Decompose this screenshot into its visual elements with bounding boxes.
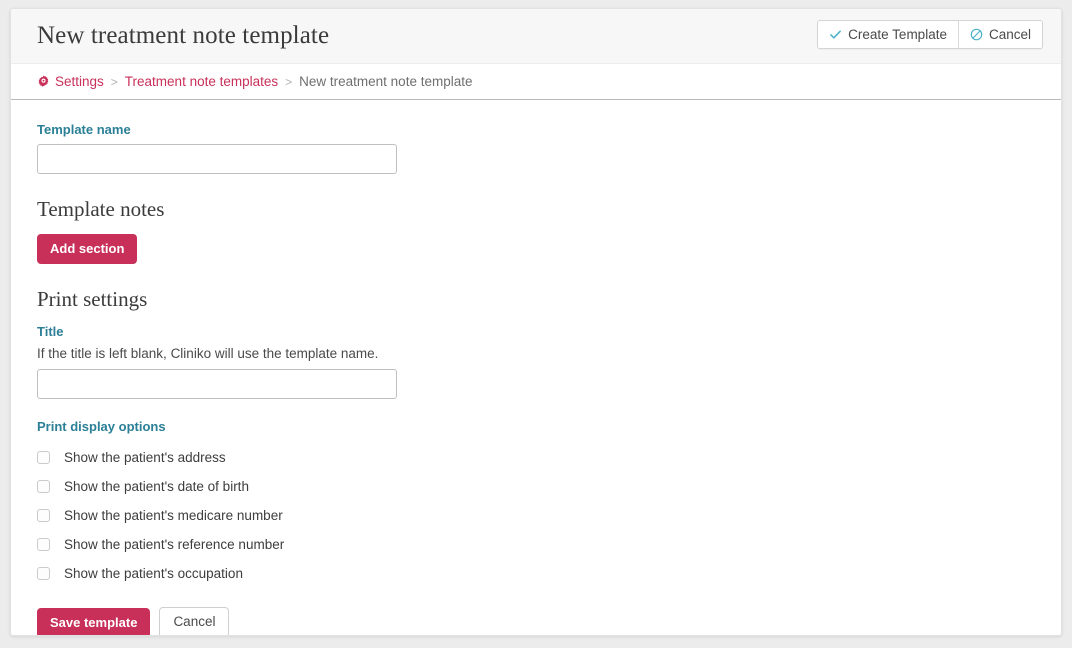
create-template-label: Create Template xyxy=(848,27,947,42)
checkbox-row-date-of-birth[interactable]: Show the patient's date of birth xyxy=(37,472,1035,501)
template-notes-heading: Template notes xyxy=(37,197,1035,222)
checkbox-row-address[interactable]: Show the patient's address xyxy=(37,443,1035,472)
breadcrumb-item-settings[interactable]: Settings xyxy=(37,74,104,89)
check-icon xyxy=(829,28,842,41)
checkbox-reference-number[interactable] xyxy=(37,538,50,551)
footer-actions: Save template Cancel xyxy=(37,607,1035,636)
header-action-group: Create Template Cancel xyxy=(817,20,1043,49)
checkbox-label-reference-number[interactable]: Show the patient's reference number xyxy=(64,537,284,552)
header-cancel-label: Cancel xyxy=(989,27,1031,42)
checkbox-occupation[interactable] xyxy=(37,567,50,580)
print-title-label: Title xyxy=(37,324,1035,339)
add-section-button[interactable]: Add section xyxy=(37,234,137,264)
breadcrumb-separator: > xyxy=(111,75,118,89)
template-name-input[interactable] xyxy=(37,144,397,174)
template-name-label: Template name xyxy=(37,122,1035,137)
print-display-options-label: Print display options xyxy=(37,419,1035,434)
checkbox-address[interactable] xyxy=(37,451,50,464)
header-cancel-button[interactable]: Cancel xyxy=(958,21,1042,48)
checkbox-medicare-number[interactable] xyxy=(37,509,50,522)
print-title-help-text: If the title is left blank, Cliniko will… xyxy=(37,346,1035,361)
footer-cancel-button[interactable]: Cancel xyxy=(159,607,229,636)
checkbox-row-occupation[interactable]: Show the patient's occupation xyxy=(37,559,1035,588)
breadcrumb-item-current: New treatment note template xyxy=(299,74,472,89)
gear-icon xyxy=(37,75,50,88)
checkbox-label-medicare-number[interactable]: Show the patient's medicare number xyxy=(64,508,283,523)
create-template-button[interactable]: Create Template xyxy=(818,21,958,48)
checkbox-label-date-of-birth[interactable]: Show the patient's date of birth xyxy=(64,479,249,494)
checkbox-date-of-birth[interactable] xyxy=(37,480,50,493)
breadcrumb-separator: > xyxy=(285,75,292,89)
print-settings-heading: Print settings xyxy=(37,287,1035,312)
page-header: New treatment note template Create Templ… xyxy=(11,9,1061,64)
prohibited-icon xyxy=(970,28,983,41)
save-template-button[interactable]: Save template xyxy=(37,608,150,636)
page-title: New treatment note template xyxy=(37,22,329,50)
print-title-input[interactable] xyxy=(37,369,397,399)
breadcrumb: Settings > Treatment note templates > Ne… xyxy=(11,64,1061,100)
checkbox-label-occupation[interactable]: Show the patient's occupation xyxy=(64,566,243,581)
checkbox-row-medicare-number[interactable]: Show the patient's medicare number xyxy=(37,501,1035,530)
page-card: New treatment note template Create Templ… xyxy=(10,8,1062,636)
checkbox-row-reference-number[interactable]: Show the patient's reference number xyxy=(37,530,1035,559)
breadcrumb-label-settings: Settings xyxy=(55,74,104,89)
checkbox-label-address[interactable]: Show the patient's address xyxy=(64,450,226,465)
breadcrumb-item-treatment-note-templates[interactable]: Treatment note templates xyxy=(125,74,278,89)
form-body: Template name Template notes Add section… xyxy=(11,100,1061,636)
